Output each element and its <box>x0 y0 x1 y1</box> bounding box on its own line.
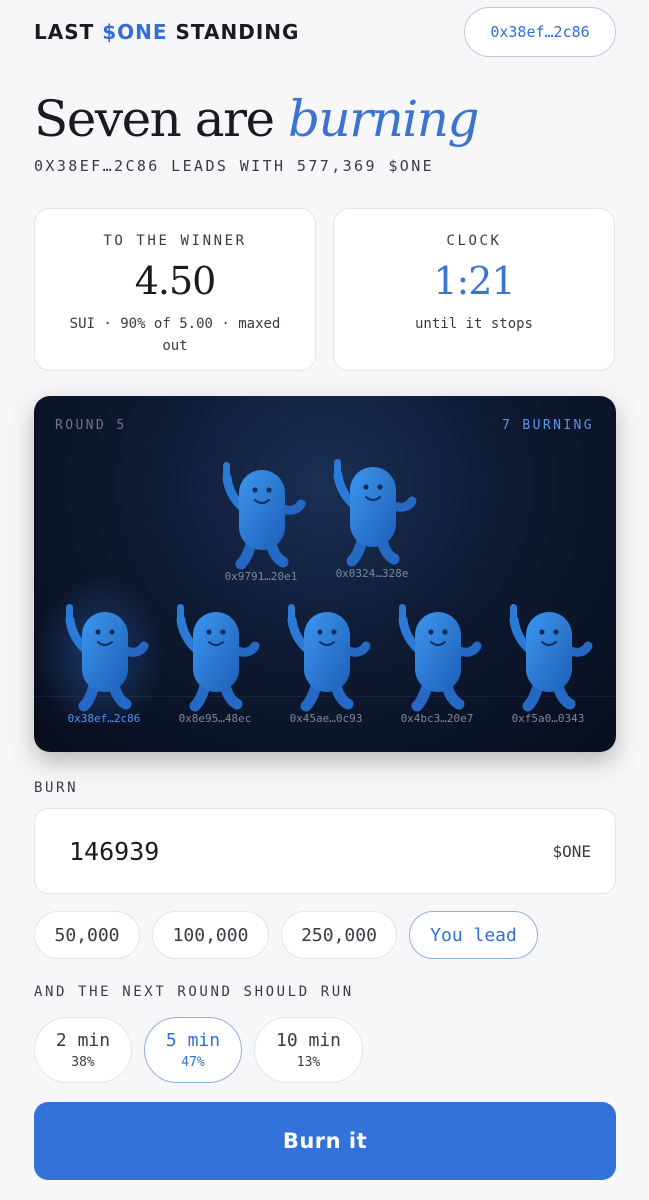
player-creature[interactable]: 0x0324…328e <box>322 441 422 591</box>
duration-option-2min[interactable]: 2 min 38% <box>34 1017 132 1083</box>
player-creature[interactable]: 0x9791…20e1 <box>211 444 311 594</box>
clock-card: CLOCK 1:21 until it stops <box>333 208 615 371</box>
duration-label: 5 min <box>165 1030 221 1051</box>
wallet-button[interactable]: 0x38ef…2c86 <box>464 7 616 57</box>
duration-option-5min[interactable]: 5 min 47% <box>144 1017 242 1083</box>
creature-figure-icon <box>498 586 598 716</box>
creature-figure-icon <box>211 444 311 574</box>
clock-note: until it stops <box>414 316 533 332</box>
round-label: ROUND 5 <box>55 418 127 433</box>
page-title: Seven are burning <box>34 90 480 148</box>
brand-suffix: STANDING <box>167 20 300 44</box>
player-address: 0x0324…328e <box>335 567 409 580</box>
player-creature[interactable]: 0xf5a0…0343 <box>498 586 598 736</box>
preset-100k-button[interactable]: 100,000 <box>152 911 269 959</box>
burn-amount-input[interactable] <box>69 833 469 869</box>
player-creature[interactable]: 0x45ae…0c93 <box>276 586 376 736</box>
creature-figure-icon <box>276 586 376 716</box>
burning-count: 7 BURNING <box>501 418 594 433</box>
creature-figure-icon <box>54 586 154 716</box>
player-creature[interactable]: 0x4bc3…20e7 <box>387 586 487 736</box>
creature-figure-icon <box>387 586 487 716</box>
burn-unit: $ONE <box>552 842 591 861</box>
duration-percent: 13% <box>296 1055 321 1070</box>
duration-option-10min[interactable]: 10 min 13% <box>254 1017 363 1083</box>
preset-you-lead-button[interactable]: You lead <box>409 911 538 959</box>
player-address: 0xf5a0…0343 <box>511 712 585 725</box>
brand-prefix: LAST <box>34 20 103 44</box>
prize-card: TO THE WINNER 4.50 SUI · 90% of 5.00 · m… <box>34 208 316 371</box>
clock-value: 1:21 <box>433 259 515 303</box>
prize-value: 4.50 <box>134 259 217 303</box>
player-creature[interactable]: 0x8e95…48ec <box>165 586 265 736</box>
preset-250k-button[interactable]: 250,000 <box>281 911 397 959</box>
duration-percent: 38% <box>71 1055 95 1070</box>
duration-percent: 47% <box>181 1055 205 1070</box>
preset-50k-button[interactable]: 50,000 <box>34 911 140 959</box>
headline-emphasis: burning <box>287 90 480 148</box>
duration-label: 10 min <box>275 1030 342 1051</box>
arena-panel: ROUND 5 7 BURNING 0x9791…20e1 0x0324…328… <box>34 396 616 752</box>
leader-status: 0X38EF…2C86 LEADS WITH 577,369 $ONE <box>34 157 435 175</box>
creature-figure-icon <box>322 441 422 571</box>
app-logo: LAST $ONE STANDING <box>34 20 299 44</box>
next-round-label: AND THE NEXT ROUND SHOULD RUN <box>34 984 354 1000</box>
headline-plain: Seven are <box>34 90 288 148</box>
burn-amount-field[interactable]: $ONE <box>34 808 616 894</box>
player-creature-leader[interactable]: 0x38ef…2c86 <box>54 586 154 736</box>
brand-token: $ONE <box>102 20 168 44</box>
creature-figure-icon <box>165 586 265 716</box>
burn-label: BURN <box>34 780 79 796</box>
clock-label: CLOCK <box>446 233 502 249</box>
prize-note: SUI · 90% of 5.00 · maxed out <box>69 316 281 354</box>
burn-it-button[interactable]: Burn it <box>34 1102 616 1180</box>
prize-label: TO THE WINNER <box>103 233 247 249</box>
duration-label: 2 min <box>55 1030 111 1051</box>
